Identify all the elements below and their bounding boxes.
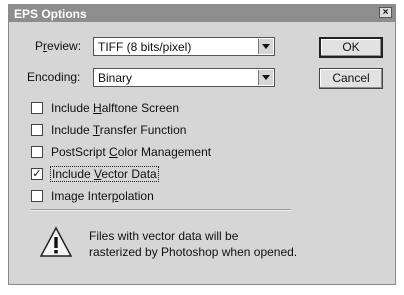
option-label: PostScript Color Management [51,145,212,159]
divider [31,209,291,211]
option-label: Include Halftone Screen [51,101,180,115]
cancel-button[interactable]: Cancel [319,68,383,89]
checkbox[interactable] [31,102,43,114]
checkbox[interactable] [31,124,43,136]
warning-triangle-icon [39,226,73,257]
message-line-2: rasterized by Photoshop when opened. [89,245,298,259]
encoding-label: Encoding: [27,70,81,84]
close-icon[interactable]: × [379,7,392,18]
encoding-value: Binary [98,71,133,85]
option-label: Include Transfer Function [51,123,187,137]
title-bar: EPS Options × [9,5,395,22]
encoding-select[interactable]: Binary [93,68,275,87]
option-label: Include Vector Data [50,166,159,182]
chevron-down-icon[interactable] [258,70,273,85]
ok-button[interactable]: OK [319,37,383,58]
dialog-title: EPS Options [14,7,87,21]
eps-options-dialog: EPS Options × Preview: TIFF (8 bits/pixe… [8,4,396,285]
checkbox[interactable] [31,190,43,202]
preview-label: Preview: [35,39,82,53]
option-label: Image Interpolation [51,189,154,203]
chevron-down-icon[interactable] [258,39,273,54]
message-line-1: Files with vector data will be [89,229,239,243]
checkbox[interactable] [31,146,43,158]
preview-value: TIFF (8 bits/pixel) [98,40,192,54]
preview-select[interactable]: TIFF (8 bits/pixel) [93,37,275,56]
checkbox-checked[interactable]: ✓ [31,168,43,180]
